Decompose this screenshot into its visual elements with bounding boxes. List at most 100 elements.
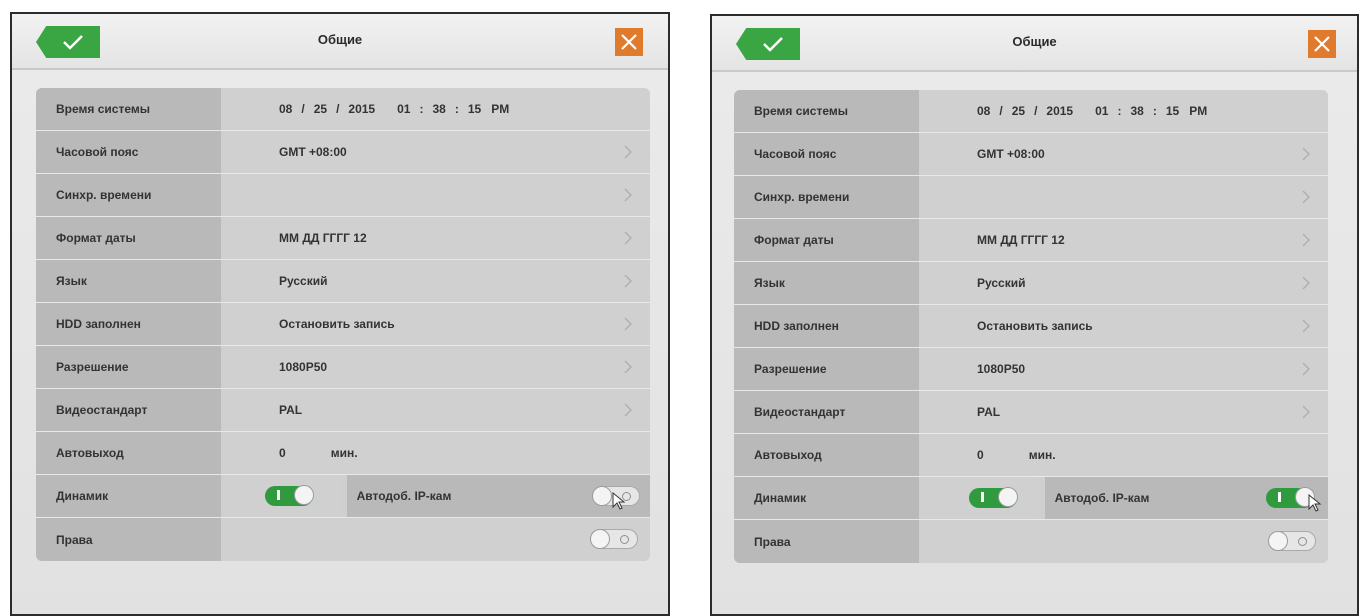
toggle-knob (592, 486, 612, 506)
time-second[interactable]: 15 (468, 102, 481, 116)
resolution-label: Разрешение (734, 348, 919, 390)
date-format-label: Формат даты (734, 219, 919, 261)
video-standard-label: Видеостандарт (36, 389, 221, 431)
resolution-text: 1080P50 (279, 360, 328, 374)
ipcam-value (1159, 477, 1328, 519)
date-format-value[interactable]: ММ ДД ГГГГ 12 (919, 219, 1328, 261)
resolution-value[interactable]: 1080P50 (919, 348, 1328, 390)
chevron-right-icon (1302, 276, 1310, 290)
auto-logout-value[interactable]: 0 мин. (221, 432, 650, 474)
close-button[interactable] (1308, 30, 1336, 58)
auto-logout-input[interactable]: 0 (279, 446, 286, 460)
date-format-value[interactable]: ММ ДД ГГГГ 12 (221, 217, 650, 259)
time-hour[interactable]: 01 (397, 102, 410, 116)
timezone-value[interactable]: GMT +08:00 (221, 131, 650, 173)
speaker-label: Динамик (36, 475, 221, 517)
system-time-value[interactable]: 08 / 25 / 2015 01 : 38 : 15 PM (919, 90, 1328, 132)
close-button[interactable] (615, 28, 643, 56)
auto-logout-value[interactable]: 0 мин. (919, 434, 1328, 476)
row-date-format[interactable]: Формат даты ММ ДД ГГГГ 12 (36, 217, 650, 260)
chevron-right-icon (624, 231, 632, 245)
time-sync-value[interactable] (221, 174, 650, 216)
hdd-full-value[interactable]: Остановить запись (221, 303, 650, 345)
video-standard-value[interactable]: PAL (221, 389, 650, 431)
date-separator: / (301, 102, 305, 116)
language-value[interactable]: Русский (919, 262, 1328, 304)
resolution-value[interactable]: 1080P50 (221, 346, 650, 388)
rights-label: Права (36, 518, 221, 561)
row-date-format[interactable]: Формат даты ММ ДД ГГГГ 12 (734, 219, 1328, 262)
chevron-right-icon (1302, 190, 1310, 204)
row-video-standard[interactable]: Видеостандарт PAL (36, 389, 650, 432)
row-video-standard[interactable]: Видеостандарт PAL (734, 391, 1328, 434)
row-timezone[interactable]: Часовой пояс GMT +08:00 (734, 133, 1328, 176)
time-year[interactable]: 2015 (1046, 104, 1073, 118)
time-sync-value[interactable] (919, 176, 1328, 218)
time-year[interactable]: 2015 (348, 102, 375, 116)
speaker-label: Динамик (734, 477, 919, 519)
auto-logout-input[interactable]: 0 (977, 448, 984, 462)
speaker-toggle[interactable] (969, 487, 1018, 508)
system-time-value[interactable]: 08 / 25 / 2015 01 : 38 : 15 PM (221, 88, 650, 130)
window-title: Общие (1012, 34, 1057, 49)
chevron-right-icon (1302, 362, 1310, 376)
toggle-knob (590, 529, 610, 549)
title-bar: Общие (712, 16, 1357, 72)
rights-toggle[interactable] (1268, 531, 1316, 551)
hdd-full-value[interactable]: Остановить запись (919, 305, 1328, 347)
chevron-right-icon (624, 274, 632, 288)
toggle-on-mark (277, 490, 280, 500)
time-ampm[interactable]: PM (491, 102, 509, 116)
time-day[interactable]: 25 (1012, 104, 1025, 118)
row-system-time[interactable]: Время системы 08 / 25 / 2015 01 : 38 : 1… (36, 88, 650, 131)
time-second[interactable]: 15 (1166, 104, 1179, 118)
rights-value (221, 518, 650, 561)
row-system-time[interactable]: Время системы 08 / 25 / 2015 01 : 38 : 1… (734, 90, 1328, 133)
row-hdd-full[interactable]: HDD заполнен Остановить запись (734, 305, 1328, 348)
row-rights[interactable]: Права (36, 518, 650, 561)
row-time-sync[interactable]: Синхр. времени (734, 176, 1328, 219)
timezone-label: Часовой пояс (734, 133, 919, 175)
time-minute[interactable]: 38 (1130, 104, 1143, 118)
auto-logout-label: Автовыход (36, 432, 221, 474)
row-timezone[interactable]: Часовой пояс GMT +08:00 (36, 131, 650, 174)
ipcam-value (461, 475, 650, 517)
auto-logout-unit: мин. (330, 446, 358, 460)
language-text: Русский (279, 274, 328, 288)
timezone-value[interactable]: GMT +08:00 (919, 133, 1328, 175)
hdd-full-text: Остановить запись (279, 317, 395, 331)
auto-logout-label: Автовыход (734, 434, 919, 476)
time-separator: : (1117, 104, 1122, 118)
row-auto-logout[interactable]: Автовыход 0 мин. (734, 434, 1328, 477)
language-value[interactable]: Русский (221, 260, 650, 302)
mouse-pointer-icon (1308, 494, 1322, 512)
row-hdd-full[interactable]: HDD заполнен Остановить запись (36, 303, 650, 346)
time-ampm[interactable]: PM (1189, 104, 1207, 118)
time-month[interactable]: 08 (279, 102, 292, 116)
rights-value (919, 520, 1328, 563)
language-label: Язык (36, 260, 221, 302)
row-rights[interactable]: Права (734, 520, 1328, 563)
chevron-right-icon (1302, 233, 1310, 247)
date-format-label: Формат даты (36, 217, 221, 259)
chevron-right-icon (624, 188, 632, 202)
row-language[interactable]: Язык Русский (734, 262, 1328, 305)
chevron-right-icon (624, 317, 632, 331)
ipcam-toggle[interactable] (1266, 487, 1315, 508)
date-separator: / (336, 102, 340, 116)
row-time-sync[interactable]: Синхр. времени (36, 174, 650, 217)
speaker-toggle[interactable] (265, 485, 314, 506)
row-auto-logout[interactable]: Автовыход 0 мин. (36, 432, 650, 475)
video-standard-value[interactable]: PAL (919, 391, 1328, 433)
time-hour[interactable]: 01 (1095, 104, 1108, 118)
row-resolution[interactable]: Разрешение 1080P50 (36, 346, 650, 389)
toggle-on-mark (981, 492, 984, 502)
time-minute[interactable]: 38 (432, 102, 445, 116)
time-month[interactable]: 08 (977, 104, 990, 118)
system-time-label: Время системы (734, 90, 919, 132)
settings-window-right: Общие Время системы 08 / 25 / 2015 01 : … (710, 14, 1359, 616)
rights-toggle[interactable] (590, 529, 638, 549)
time-day[interactable]: 25 (314, 102, 327, 116)
row-resolution[interactable]: Разрешение 1080P50 (734, 348, 1328, 391)
row-language[interactable]: Язык Русский (36, 260, 650, 303)
